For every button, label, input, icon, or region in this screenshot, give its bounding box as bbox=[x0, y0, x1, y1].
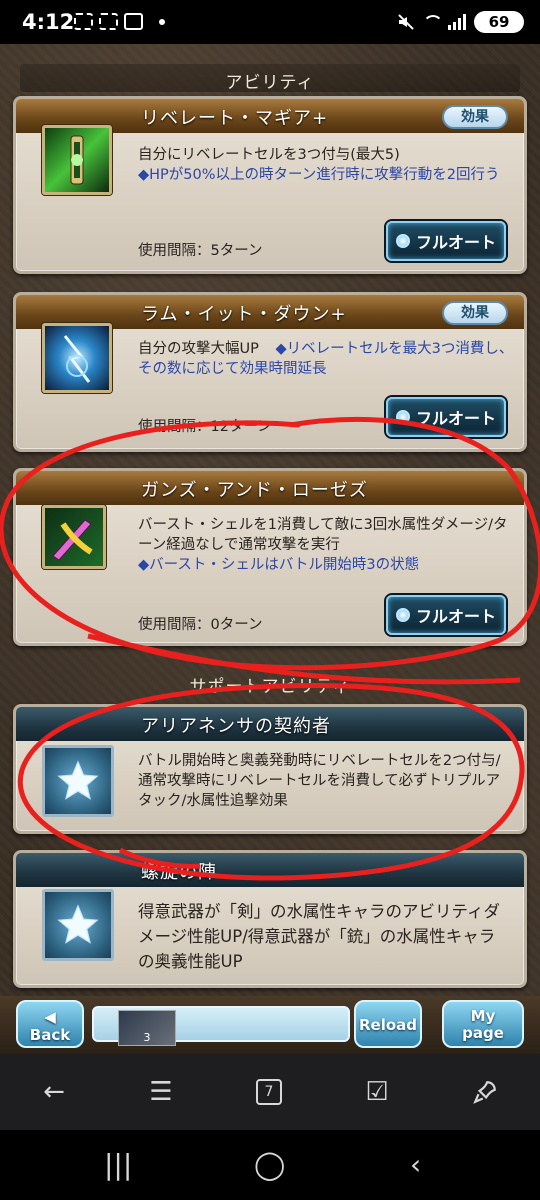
ability-section-title: アビリティ bbox=[225, 73, 315, 93]
support-name: アリアネンサの契約者 bbox=[141, 716, 331, 737]
ability-card-3: ガンズ・アンド・ローゼズ バースト・シェルを1消費して敵に3回水属性ダメージ/タ… bbox=[13, 468, 527, 646]
ability-desc-note: ◆HPが50%以上の時ターン進行時に攻撃行動を2回行う bbox=[138, 167, 500, 183]
back-button[interactable]: ◀ Back bbox=[16, 1000, 84, 1048]
effect-button[interactable]: 効果 bbox=[442, 105, 508, 129]
tabs-count: 7 bbox=[256, 1079, 282, 1105]
game-nav-bar: ◀ Back 3 Reload My page bbox=[0, 996, 540, 1054]
status-icons-right: 69 bbox=[396, 11, 524, 33]
back-arrow-icon[interactable]: ← bbox=[34, 1076, 74, 1108]
back-label: Back bbox=[29, 1026, 71, 1044]
liberate-magia-icon[interactable] bbox=[42, 125, 112, 195]
ability-name: ガンズ・アンド・ローゼズ bbox=[141, 480, 368, 501]
ability-name: リベレート・マギア+ bbox=[141, 108, 329, 129]
full-auto-button[interactable]: フルオート bbox=[386, 221, 506, 261]
menu-icon[interactable]: ☰ bbox=[141, 1076, 181, 1108]
status-bar: 4:12 69 bbox=[0, 0, 540, 44]
full-auto-label: フルオート bbox=[415, 409, 496, 428]
ability-description: 自分にリベレートセルを3つ付与(最大5) ◆HPが50%以上の時ターン進行時に攻… bbox=[138, 145, 514, 185]
full-auto-button[interactable]: フルオート bbox=[386, 397, 506, 437]
ability-interval: 使用間隔：12ターン bbox=[138, 419, 272, 435]
ability-desc-note: ◆バースト・シェルはバトル開始時3の状態 bbox=[138, 557, 420, 573]
mypage-button[interactable]: My page bbox=[442, 1000, 524, 1048]
ability-desc-text: 自分の攻撃大幅UP bbox=[138, 341, 259, 357]
auto-toggle-icon bbox=[395, 234, 410, 248]
mypage-label-line1: My bbox=[470, 1007, 496, 1025]
character-badge: 3 bbox=[143, 1031, 151, 1044]
signal-icon bbox=[448, 14, 466, 30]
tabs-button[interactable]: 7 bbox=[249, 1076, 289, 1108]
ram-it-down-icon[interactable] bbox=[42, 323, 112, 393]
ability-description: バースト・シェルを1消費して敵に3回水属性ダメージ/ターン経過なしで通常攻撃を実… bbox=[138, 515, 514, 575]
ability-desc-text: バースト・シェルを1消費して敵に3回水属性ダメージ/ターン経過なしで通常攻撃を実… bbox=[138, 517, 508, 553]
support-section-title: サポートアビリティ bbox=[189, 677, 351, 697]
ability-desc-text: 自分にリベレートセルを3つ付与(最大5) bbox=[138, 147, 400, 163]
ability-interval: 使用間隔：0ターン bbox=[138, 617, 263, 633]
support-description: 得意武器が「剣」の水属性キャラのアビリティダメージ性能UP/得意武器が「銃」の水… bbox=[138, 902, 501, 971]
screenshot-icon bbox=[99, 13, 118, 30]
star-icon bbox=[42, 745, 114, 817]
battery-indicator: 69 bbox=[474, 11, 524, 33]
character-thumbnail: 3 bbox=[118, 1010, 176, 1046]
clipboard-icon bbox=[124, 13, 143, 30]
status-time: 4:12 bbox=[22, 10, 75, 34]
support-card-1: アリアネンサの契約者 バトル開始時と奥義発動時にリベレートセルを2つ付与/通常攻… bbox=[13, 704, 527, 834]
wifi-icon bbox=[422, 13, 440, 31]
support-description: バトル開始時と奥義発動時にリベレートセルを2つ付与/通常攻撃時にリベレートセルを… bbox=[138, 753, 501, 809]
checkbox-icon[interactable]: ☑ bbox=[357, 1076, 397, 1108]
browser-toolbar: ← ☰ 7 ☑ bbox=[0, 1054, 540, 1130]
system-nav-bar: ||| ◯ ‹ bbox=[0, 1130, 540, 1200]
star-icon bbox=[42, 889, 114, 961]
back-nav-icon[interactable]: ‹ bbox=[410, 1148, 421, 1181]
full-auto-label: フルオート bbox=[415, 607, 496, 626]
rocket-icon[interactable] bbox=[465, 1076, 505, 1108]
status-icons-left bbox=[74, 13, 165, 30]
ability-description: 自分の攻撃大幅UP ◆リベレートセルを最大3つ消費し、その数に応じて効果時間延長 bbox=[138, 339, 514, 379]
scan-icon bbox=[74, 13, 93, 30]
mute-icon bbox=[396, 13, 414, 31]
support-card-header bbox=[16, 853, 524, 887]
notification-dot-icon bbox=[159, 18, 165, 25]
game-area: アビリティ リベレート・マギア+ 効果 自分にリベレートセルを3つ付与(最大5)… bbox=[0, 44, 540, 1054]
guns-and-roses-icon[interactable] bbox=[42, 505, 106, 569]
full-auto-button[interactable]: フルオート bbox=[386, 595, 506, 635]
status-display: 3 bbox=[92, 1006, 350, 1046]
reload-button[interactable]: Reload bbox=[354, 1000, 422, 1048]
recent-apps-icon[interactable]: ||| bbox=[104, 1148, 132, 1181]
auto-toggle-icon bbox=[395, 410, 410, 424]
effect-button[interactable]: 効果 bbox=[442, 301, 508, 325]
ability-name: ラム・イット・ダウン+ bbox=[141, 304, 347, 325]
ability-card-2: ラム・イット・ダウン+ 効果 自分の攻撃大幅UP ◆リベレートセルを最大3つ消費… bbox=[13, 292, 527, 452]
support-name: 螺旋の陣 bbox=[141, 862, 217, 883]
support-card-2: 螺旋の陣 得意武器が「剣」の水属性キャラのアビリティダメージ性能UP/得意武器が… bbox=[13, 850, 527, 988]
full-auto-label: フルオート bbox=[415, 233, 496, 252]
auto-toggle-icon bbox=[395, 608, 410, 622]
reload-label: Reload bbox=[358, 1016, 418, 1034]
mypage-label-line2: page bbox=[462, 1024, 504, 1042]
back-arrow-icon: ◀ bbox=[44, 1008, 56, 1026]
ability-card-1: リベレート・マギア+ 効果 自分にリベレートセルを3つ付与(最大5) ◆HPが5… bbox=[13, 96, 527, 274]
home-icon[interactable]: ◯ bbox=[254, 1148, 285, 1181]
ability-interval: 使用間隔：5ターン bbox=[138, 243, 263, 259]
